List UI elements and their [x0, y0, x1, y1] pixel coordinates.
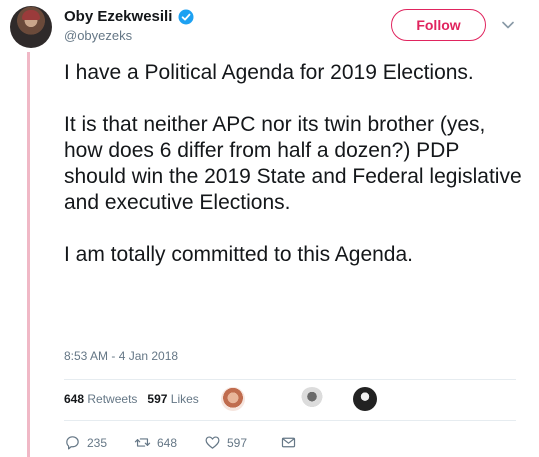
tweet-paragraph: It is that neither APC nor its twin brot…	[64, 113, 522, 214]
like-count: 597	[227, 435, 248, 450]
retweets-stat[interactable]: 648 Retweets	[64, 392, 137, 406]
tweet-timestamp[interactable]: 8:53 AM - 4 Jan 2018	[64, 349, 178, 363]
chevron-down-icon[interactable]	[501, 18, 515, 32]
reply-icon	[66, 436, 79, 450]
reply-count: 235	[87, 435, 108, 450]
display-name[interactable]: Oby Ezekwesili	[64, 8, 172, 25]
likes-count: 597	[147, 392, 168, 406]
direct-message-button[interactable]	[280, 434, 297, 451]
retweets-label: Retweets	[87, 392, 138, 406]
liker-avatar[interactable]	[300, 387, 324, 411]
tweet-paragraph: I am totally committed to this Agenda.	[64, 243, 414, 266]
heart-icon	[205, 436, 220, 449]
retweet-count: 648	[157, 435, 178, 450]
envelope-icon	[281, 437, 296, 448]
verified-badge-icon	[178, 9, 194, 25]
tweet-stats: 648 Retweets 597 Likes	[64, 392, 199, 406]
thread-line	[27, 52, 30, 457]
tweet-text: I have a Political Agenda for 2019 Elect…	[64, 60, 524, 268]
divider	[64, 379, 516, 380]
like-button[interactable]: 597	[204, 434, 280, 451]
user-handle[interactable]: @obyezeks	[64, 28, 132, 43]
likes-stat[interactable]: 597 Likes	[147, 392, 198, 406]
liker-avatar[interactable]	[353, 387, 377, 411]
avatar[interactable]	[10, 6, 52, 48]
likes-label: Likes	[170, 392, 199, 406]
tweet-paragraph: I have a Political Agenda for 2019 Elect…	[64, 61, 474, 84]
reply-button[interactable]: 235	[64, 434, 134, 451]
retweets-count: 648	[64, 392, 85, 406]
retweet-button[interactable]: 648	[134, 434, 204, 451]
retweet-icon	[134, 438, 151, 447]
tweet-actions: 235 648 597	[64, 434, 297, 451]
divider	[64, 420, 516, 421]
liker-avatar[interactable]	[221, 387, 245, 411]
follow-button[interactable]: Follow	[391, 9, 486, 41]
